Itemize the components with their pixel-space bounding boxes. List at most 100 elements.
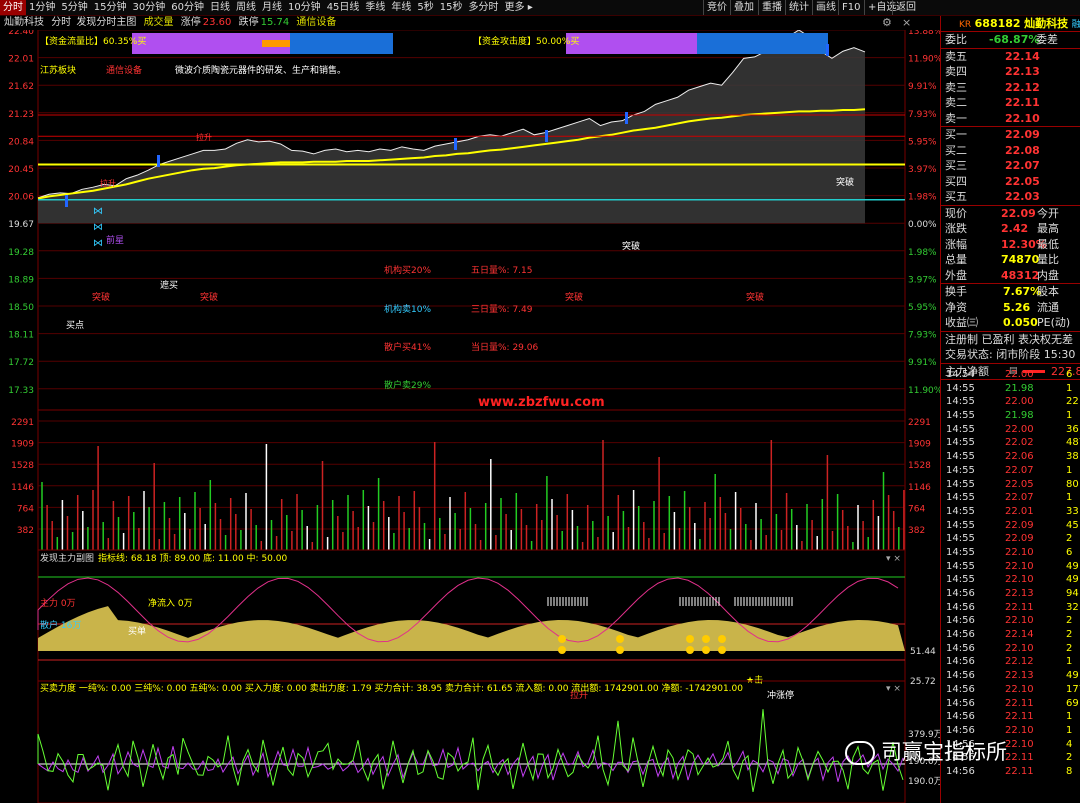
toolbar-button-7[interactable]: 返回 — [892, 0, 919, 15]
tab-15[interactable]: 多分时 — [466, 0, 502, 15]
tab-5[interactable]: 60分钟 — [168, 0, 207, 15]
tab-2[interactable]: 5分钟 — [58, 0, 90, 15]
price-tick: 18.11 — [8, 331, 34, 341]
bid-row-4: 买五 22.03 — [941, 189, 1080, 205]
weicha-label: 委差 — [1036, 33, 1058, 46]
toolbar-button-0[interactable]: 竞价 — [703, 0, 730, 15]
sector-label: 通信设备 — [106, 64, 142, 76]
vol-tick-right: 764 — [908, 504, 925, 514]
limit-up-label: 涨停 — [180, 17, 201, 28]
tick-cell: 38 — [1066, 451, 1079, 463]
price-tick: 18.89 — [8, 275, 34, 285]
stock-name-right: 灿勤科技 — [1024, 17, 1069, 30]
tab-13[interactable]: 5秒 — [414, 0, 436, 15]
mode-label[interactable]: 分时 — [51, 17, 71, 28]
stat-row-3: 总量 74870 量比 — [941, 252, 1080, 268]
tab-10[interactable]: 45日线 — [324, 0, 363, 15]
tick-row: 14:56 22.10 177 — [941, 683, 1080, 697]
tick-cell: 22.09 — [1005, 533, 1034, 545]
sub-coin-icon — [718, 635, 726, 643]
blue-marker — [625, 112, 628, 124]
toolbar-button-2[interactable]: 重播 — [758, 0, 785, 15]
limit-down-label: 跌停 — [238, 17, 259, 28]
tick-cell: 22.10 — [1005, 574, 1034, 586]
tick-cell: 14:56 — [946, 656, 975, 668]
tick-cell: 80 — [1066, 478, 1079, 490]
tab-8[interactable]: 月线 — [259, 0, 285, 15]
toolbar-button-1[interactable]: 叠加 — [730, 0, 757, 15]
pct-tick: 3.97% — [908, 165, 937, 175]
weibi-value: -68.87% — [989, 33, 1040, 46]
force-green-line — [37, 709, 904, 793]
stat-row-1-cell: 涨跌 — [945, 222, 967, 235]
stat-row-3-cell: 74870 — [1001, 253, 1040, 266]
ask-row-2-cell: 22.12 — [1005, 80, 1040, 94]
tick-cell: 14:56 — [946, 642, 975, 654]
pct-tick: 5.95% — [908, 137, 937, 147]
indicator-name[interactable]: 发现分时主图 — [76, 17, 136, 28]
tab-0[interactable]: 分时 — [0, 0, 26, 15]
sub-buy: 买单 — [128, 625, 146, 637]
tick-cell: 14:56 — [946, 697, 975, 709]
maidian-label: 买点 — [66, 320, 84, 331]
tab-1[interactable]: 1分钟 — [26, 0, 58, 15]
price-tick: 21.23 — [8, 110, 34, 120]
tick-cell: 2 — [1066, 752, 1073, 764]
inst-sell: 机构卖10% — [384, 303, 431, 315]
sub-coin-icon — [558, 635, 566, 643]
stat2-row-2: 收益㈢ 0.050 PE(动) — [941, 315, 1080, 331]
bid-row-3-cell: 买四 — [945, 174, 967, 188]
tick-cell: 22.05 — [1005, 478, 1034, 490]
tick-cell: 21.98 — [1005, 410, 1034, 422]
tick-row: 14:55 22.10 6 — [941, 546, 1080, 560]
vol-tick-right: 2291 — [908, 418, 931, 428]
tick-cell: 6 — [1066, 369, 1073, 380]
tick-cell: 8 — [1066, 765, 1073, 777]
bid-row-4-cell: 买五 — [945, 190, 967, 203]
tab-14[interactable]: 15秒 — [437, 0, 466, 15]
tab-12[interactable]: 年线 — [388, 0, 414, 15]
tab-6[interactable]: 日线 — [207, 0, 233, 15]
sub-menu-icon: ▾ × — [886, 554, 901, 564]
tick-cell: 14:55 — [946, 492, 975, 504]
blue-marker — [157, 155, 160, 167]
tick-cell: 1 — [1066, 492, 1073, 504]
tab-3[interactable]: 15分钟 — [91, 0, 130, 15]
trading-app: { "menu":{"timeframes":["分时","1分钟","5分钟"… — [0, 0, 1080, 803]
butterfly-icon: ⋈ — [93, 238, 103, 249]
pct-tick: 13.88% — [908, 30, 940, 37]
sub-coin-icon — [702, 635, 710, 643]
toolbar-button-4[interactable]: 画线 — [812, 0, 839, 15]
sub-coin-icon — [686, 646, 694, 654]
sector-label: 通信设备 — [296, 17, 337, 28]
retail-buy: 散户买41% — [384, 341, 431, 353]
tick-cell: 14:55 — [946, 451, 975, 463]
limit-down-value: 15.74 — [260, 17, 290, 28]
kr-badge: KR — [959, 20, 972, 30]
toolbar-button-5[interactable]: F10 — [838, 0, 863, 15]
tab-4[interactable]: 30分钟 — [129, 0, 168, 15]
tick-cell: 22.02 — [1005, 437, 1034, 449]
tick-list[interactable]: 14:54 22.00 6 14:55 21.98 1 14:55 22.00 22 14:55 2… — [941, 368, 1080, 779]
stat2-row-1-cell: 流通 — [1037, 300, 1059, 314]
tab-11[interactable]: 季线 — [362, 0, 388, 15]
sub-zhuli: 主力 0万 — [40, 597, 76, 609]
toolbar-button-3[interactable]: 统计 — [785, 0, 812, 15]
tick-cell: 22.07 — [1005, 492, 1034, 504]
sub-jingliu: 净流入 0万 — [148, 597, 193, 609]
pct-tick: 9.91% — [908, 82, 937, 92]
tab-7[interactable]: 周线 — [233, 0, 259, 15]
tab-9[interactable]: 10分钟 — [285, 0, 324, 15]
settings-icon[interactable]: ⚙ — [882, 16, 892, 30]
tab-16[interactable]: 更多 ▸ — [502, 0, 536, 15]
vol-tick: 764 — [17, 504, 34, 514]
tick-cell: 14:55 — [946, 410, 975, 422]
price-tick: 19.28 — [8, 248, 34, 258]
tick-cell: 49 — [1066, 574, 1079, 586]
price-area — [38, 30, 865, 224]
stat-row-2-cell: 最低 — [1037, 237, 1059, 251]
close-icon[interactable]: × — [902, 16, 911, 30]
flow-label: 【资金流量比】60.35%买 — [40, 35, 146, 47]
blue-marker — [454, 138, 457, 150]
pct-tick: 3.97% — [908, 275, 937, 285]
